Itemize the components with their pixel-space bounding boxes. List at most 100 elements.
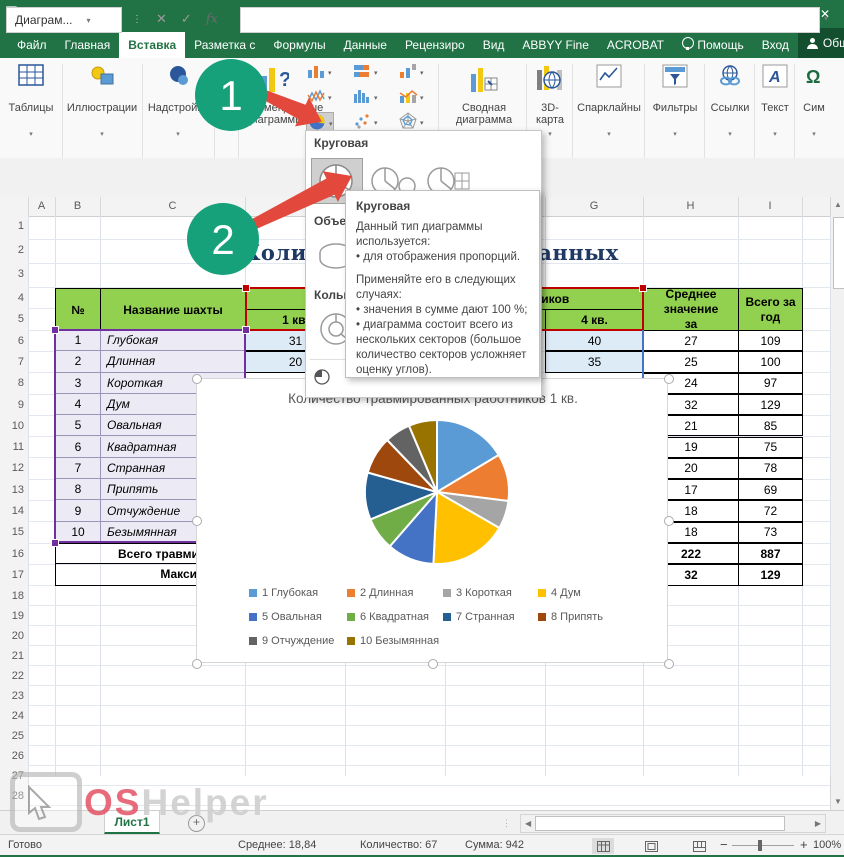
range-handle	[242, 284, 250, 292]
table-cell-num[interactable]: 10	[55, 522, 101, 543]
legend-label: 3 Короткая	[456, 587, 512, 599]
legend-swatch	[443, 613, 451, 621]
excel-window: диаграммы.xlsx - Excel ↶▾ ↷▾ ▾ ─ □ ✕ Фай…	[0, 0, 844, 857]
table-header-year[interactable]: Всего за год	[738, 288, 803, 331]
legend-swatch	[249, 637, 257, 645]
table-cell-year[interactable]: 72	[738, 500, 803, 521]
table-header-q4[interactable]: 4 кв.	[545, 309, 644, 331]
table-cell-num[interactable]: 8	[55, 479, 101, 500]
table-cell-num[interactable]: 1	[55, 330, 101, 351]
legend-swatch	[347, 613, 355, 621]
legend-swatch	[538, 589, 546, 597]
tooltip-line: • диаграмма состоит всего из нескольких …	[356, 318, 529, 378]
range-handle	[51, 326, 59, 334]
table-cell-year[interactable]: 129	[738, 394, 803, 415]
table-cell-num[interactable]: 6	[55, 437, 101, 458]
legend-swatch	[249, 613, 257, 621]
range-handle	[639, 284, 647, 292]
table-cell-name[interactable]: Длинная	[100, 351, 246, 372]
chart-selection-handle[interactable]	[192, 516, 202, 526]
watermark-logo	[10, 772, 82, 832]
chart-type-tooltip: Круговая Данный тип диаграммы используетс…	[345, 190, 540, 378]
pie-chart[interactable]	[197, 407, 669, 577]
gridline-h	[28, 685, 830, 686]
watermark-text: OSHelper	[84, 782, 269, 824]
legend-item[interactable]: 10 Безымянная	[347, 635, 439, 647]
gridline-h	[28, 745, 830, 746]
legend-item[interactable]: 5 Овальная	[249, 611, 322, 623]
chart-selection-handle[interactable]	[664, 374, 674, 384]
legend-item[interactable]: 2 Длинная	[347, 587, 413, 599]
tooltip-line: Применяйте его в следующих случаях:	[356, 273, 529, 303]
dropdown-section-2d: Круговая	[306, 131, 541, 153]
table-cell-avg[interactable]: 27	[643, 330, 739, 351]
legend-label: 10 Безымянная	[360, 635, 439, 647]
table-cell-num[interactable]: 9	[55, 500, 101, 521]
legend-item[interactable]: 4 Дум	[538, 587, 581, 599]
legend-item[interactable]: 1 Глубокая	[249, 587, 318, 599]
gridline-h	[28, 725, 830, 726]
table-cell-num[interactable]: 5	[55, 415, 101, 436]
watermark-os: OS	[84, 782, 141, 823]
table-header-avg[interactable]: Среднее значение за	[643, 288, 739, 331]
gridline-v	[28, 216, 29, 776]
table-cell-year[interactable]: 69	[738, 479, 803, 500]
table-cell-year[interactable]: 78	[738, 458, 803, 479]
tooltip-line: Данный тип диаграммы используется:	[356, 220, 529, 250]
legend-item[interactable]: 6 Квадратная	[347, 611, 429, 623]
tooltip-line	[356, 265, 529, 273]
table-cell-year[interactable]: 100	[738, 351, 803, 372]
table-cell-num[interactable]: 7	[55, 458, 101, 479]
chart-selection-handle[interactable]	[664, 516, 674, 526]
legend-swatch	[249, 589, 257, 597]
legend-item[interactable]: 3 Короткая	[443, 587, 512, 599]
legend-item[interactable]: 8 Припять	[538, 611, 603, 623]
legend-item[interactable]: 7 Странная	[443, 611, 515, 623]
table-cell-name[interactable]: Глубокая	[100, 330, 246, 351]
legend-label: 9 Отчуждение	[262, 635, 334, 647]
legend-label: 1 Глубокая	[262, 587, 318, 599]
chart-selection-handle[interactable]	[192, 659, 202, 669]
table-cell-q4[interactable]: 40	[545, 330, 644, 351]
table-cell-year[interactable]: 73	[738, 522, 803, 543]
table-totals-year[interactable]: 887	[738, 543, 803, 564]
gridline-v	[830, 216, 831, 776]
tooltip-line: • для отображения пропорций.	[356, 250, 529, 265]
legend-label: 2 Длинная	[360, 587, 413, 599]
table-cell-year[interactable]: 109	[738, 330, 803, 351]
table-cell-q4[interactable]: 35	[545, 351, 644, 372]
legend-label: 7 Странная	[456, 611, 515, 623]
legend-swatch	[443, 589, 451, 597]
chart-selection-handle[interactable]	[428, 659, 438, 669]
legend-label: 4 Дум	[551, 587, 581, 599]
legend-label: 8 Припять	[551, 611, 603, 623]
tooltip-line: • значения в сумме дают 100 %;	[356, 303, 529, 318]
gridline-h	[28, 705, 830, 706]
dynamic-layer: Количество травмированных работников№Наз…	[0, 0, 844, 857]
chart-object[interactable]: Количество травмированных работников 1 к…	[196, 378, 668, 663]
table-cell-num[interactable]: 2	[55, 351, 101, 372]
chart-selection-handle[interactable]	[192, 374, 202, 384]
table-cell-year[interactable]: 75	[738, 437, 803, 458]
gridline-h	[28, 765, 830, 766]
legend-item[interactable]: 9 Отчуждение	[249, 635, 334, 647]
table-cell-num[interactable]: 4	[55, 394, 101, 415]
legend-swatch	[347, 589, 355, 597]
more-pie-charts-icon[interactable]	[310, 365, 334, 389]
range-handle	[242, 326, 250, 334]
legend-label: 6 Квадратная	[360, 611, 429, 623]
legend-swatch	[538, 613, 546, 621]
table-cell-num[interactable]: 3	[55, 373, 101, 394]
legend-swatch	[347, 637, 355, 645]
table-cell-year[interactable]: 97	[738, 373, 803, 394]
tooltip-title: Круговая	[356, 199, 529, 214]
table-max-year[interactable]: 129	[738, 564, 803, 585]
range-handle	[51, 539, 59, 547]
table-cell-avg[interactable]: 25	[643, 351, 739, 372]
chart-selection-handle[interactable]	[664, 659, 674, 669]
table-header-name[interactable]: Название шахты	[100, 288, 246, 331]
table-cell-year[interactable]: 85	[738, 415, 803, 436]
table-header-num[interactable]: №	[55, 288, 101, 331]
watermark-helper: Helper	[141, 782, 268, 823]
legend-label: 5 Овальная	[262, 611, 322, 623]
